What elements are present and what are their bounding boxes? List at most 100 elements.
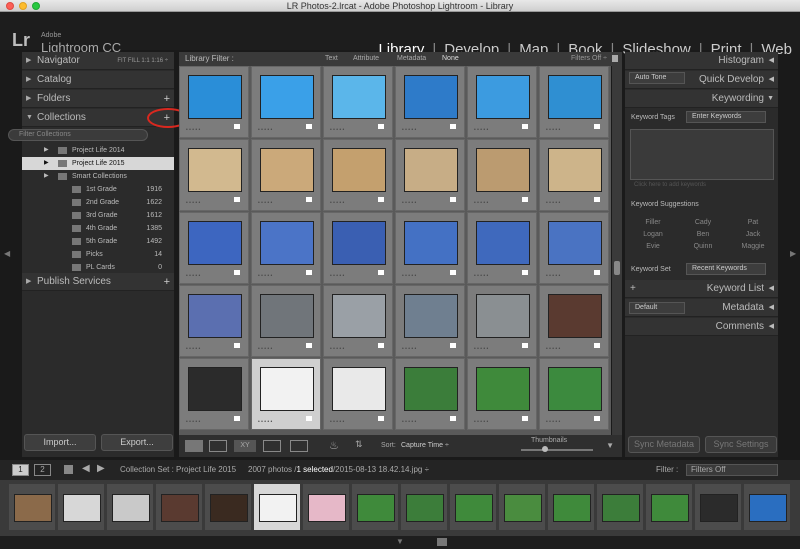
rating-dots[interactable]: • • • • • [258, 127, 272, 133]
badge-icon[interactable] [378, 197, 384, 202]
badge-icon[interactable] [234, 270, 240, 275]
thumbnail-size-slider[interactable] [521, 449, 593, 451]
grid-cell[interactable]: • • • • • [467, 358, 537, 430]
filmstrip-item[interactable] [253, 483, 301, 531]
filter-collections-input[interactable]: Filter Collections [8, 129, 148, 141]
filmstrip-item[interactable] [596, 483, 644, 531]
keyword-suggestion[interactable]: Pat [728, 219, 778, 226]
sort-direction-icon[interactable]: ⇅ [355, 439, 363, 450]
photo-thumbnail[interactable] [404, 148, 458, 192]
grid-cell[interactable]: • • • • • [251, 139, 321, 211]
rating-dots[interactable]: • • • • • [186, 127, 200, 133]
photo-thumbnail[interactable] [260, 75, 314, 119]
rating-dots[interactable]: • • • • • [258, 346, 272, 352]
grid-cell[interactable]: • • • • • [323, 66, 393, 138]
photo-thumbnail[interactable] [476, 367, 530, 411]
photo-thumbnail[interactable] [548, 221, 602, 265]
badge-icon[interactable] [450, 124, 456, 129]
filmstrip-thumbnail[interactable] [259, 494, 297, 522]
photo-thumbnail[interactable] [332, 294, 386, 338]
filmstrip-thumbnail[interactable] [700, 494, 738, 522]
grid-scroll-thumb[interactable] [614, 261, 620, 275]
filmstrip-toggle-triangle-icon[interactable]: ▼ [396, 537, 404, 546]
rating-dots[interactable]: • • • • • [474, 419, 488, 425]
photo-thumbnail[interactable] [260, 367, 314, 411]
rating-dots[interactable]: • • • • • [546, 127, 560, 133]
sync-settings-button[interactable]: Sync Settings [705, 436, 777, 453]
keyword-suggestion[interactable]: Maggie [728, 243, 778, 250]
filter-tab-text[interactable]: Text [325, 52, 338, 66]
badge-icon[interactable] [378, 124, 384, 129]
keyword-tags-dropdown[interactable]: Enter Keywords [686, 111, 766, 123]
grid-cell[interactable]: • • • • • [323, 285, 393, 357]
badge-icon[interactable] [378, 416, 384, 421]
rating-dots[interactable]: • • • • • [186, 419, 200, 425]
filmstrip-item[interactable] [400, 483, 448, 531]
photo-thumbnail[interactable] [548, 294, 602, 338]
grid-cell[interactable]: • • • • • [539, 66, 609, 138]
rating-dots[interactable]: • • • • • [474, 200, 488, 206]
collection-item[interactable]: 4th Grade 1385 [22, 222, 174, 235]
grid-view-icon[interactable] [185, 440, 203, 452]
photo-thumbnail[interactable] [404, 221, 458, 265]
photo-thumbnail[interactable] [404, 367, 458, 411]
photo-thumbnail[interactable] [188, 75, 242, 119]
grid-cell[interactable]: • • • • • [179, 212, 249, 284]
photo-thumbnail[interactable] [548, 367, 602, 411]
filmstrip-item[interactable] [302, 483, 350, 531]
grid-cell[interactable]: • • • • • [395, 212, 465, 284]
primary-window-button[interactable]: 1 [12, 464, 29, 476]
rating-dots[interactable]: • • • • • [402, 127, 416, 133]
filmstrip-thumbnail[interactable] [651, 494, 689, 522]
rating-dots[interactable]: • • • • • [402, 419, 416, 425]
badge-icon[interactable] [450, 343, 456, 348]
badge-icon[interactable] [306, 124, 312, 129]
grid-cell[interactable]: • • • • • [251, 212, 321, 284]
rating-dots[interactable]: • • • • • [402, 346, 416, 352]
left-panel-toggle-icon[interactable]: ◀ [4, 249, 10, 258]
lock-icon[interactable] [612, 55, 618, 62]
filmstrip-item[interactable] [155, 483, 203, 531]
badge-icon[interactable] [594, 197, 600, 202]
badge-icon[interactable] [306, 197, 312, 202]
keyword-suggestion[interactable]: Jack [728, 231, 778, 238]
filmstrip-scroll-thumb[interactable] [437, 538, 447, 546]
filmstrip-thumbnail[interactable] [63, 494, 101, 522]
photo-thumbnail[interactable] [476, 221, 530, 265]
painter-spray-can-icon[interactable]: ♨ [329, 439, 339, 452]
publish-services-header[interactable]: ▶ Publish Services + [22, 273, 174, 291]
photo-thumbnail[interactable] [332, 148, 386, 192]
badge-icon[interactable] [234, 197, 240, 202]
keyword-suggestion[interactable]: Ben [678, 231, 728, 238]
keyword-suggestion[interactable]: Evie [628, 243, 678, 250]
badge-icon[interactable] [378, 343, 384, 348]
grid-view-icon[interactable] [64, 465, 73, 474]
filmstrip-item[interactable] [8, 483, 56, 531]
badge-icon[interactable] [522, 197, 528, 202]
filmstrip-item[interactable] [498, 483, 546, 531]
collection-item[interactable]: ▶ Project Life 2015 [22, 157, 174, 170]
filmstrip-filter-dropdown[interactable]: Filters Off [686, 464, 778, 476]
survey-view-icon[interactable] [263, 440, 281, 452]
grid-cell[interactable]: • • • • • [539, 285, 609, 357]
filmstrip-thumbnail[interactable] [210, 494, 248, 522]
keyword-suggestion[interactable]: Logan [628, 231, 678, 238]
photo-thumbnail[interactable] [404, 294, 458, 338]
keyword-entry-box[interactable] [630, 129, 774, 180]
export-button[interactable]: Export... [101, 434, 173, 451]
collection-item[interactable]: ▶ Smart Collections [22, 170, 174, 183]
badge-icon[interactable] [522, 270, 528, 275]
filmstrip-thumbnail[interactable] [14, 494, 52, 522]
badge-icon[interactable] [306, 416, 312, 421]
filmstrip-thumbnail[interactable] [553, 494, 591, 522]
filter-tab-attribute[interactable]: Attribute [353, 52, 379, 66]
keyword-suggestion[interactable]: Filler [628, 219, 678, 226]
compare-view-button[interactable]: XY [234, 440, 256, 452]
grid-cell[interactable]: • • • • • [251, 66, 321, 138]
keywording-header[interactable]: Keywording ▼ [625, 90, 778, 108]
rating-dots[interactable]: • • • • • [186, 273, 200, 279]
metadata-preset-dropdown[interactable]: Default [629, 302, 685, 314]
grid-cell[interactable]: • • • • • [395, 285, 465, 357]
badge-icon[interactable] [306, 343, 312, 348]
filmstrip-thumbnail[interactable] [602, 494, 640, 522]
